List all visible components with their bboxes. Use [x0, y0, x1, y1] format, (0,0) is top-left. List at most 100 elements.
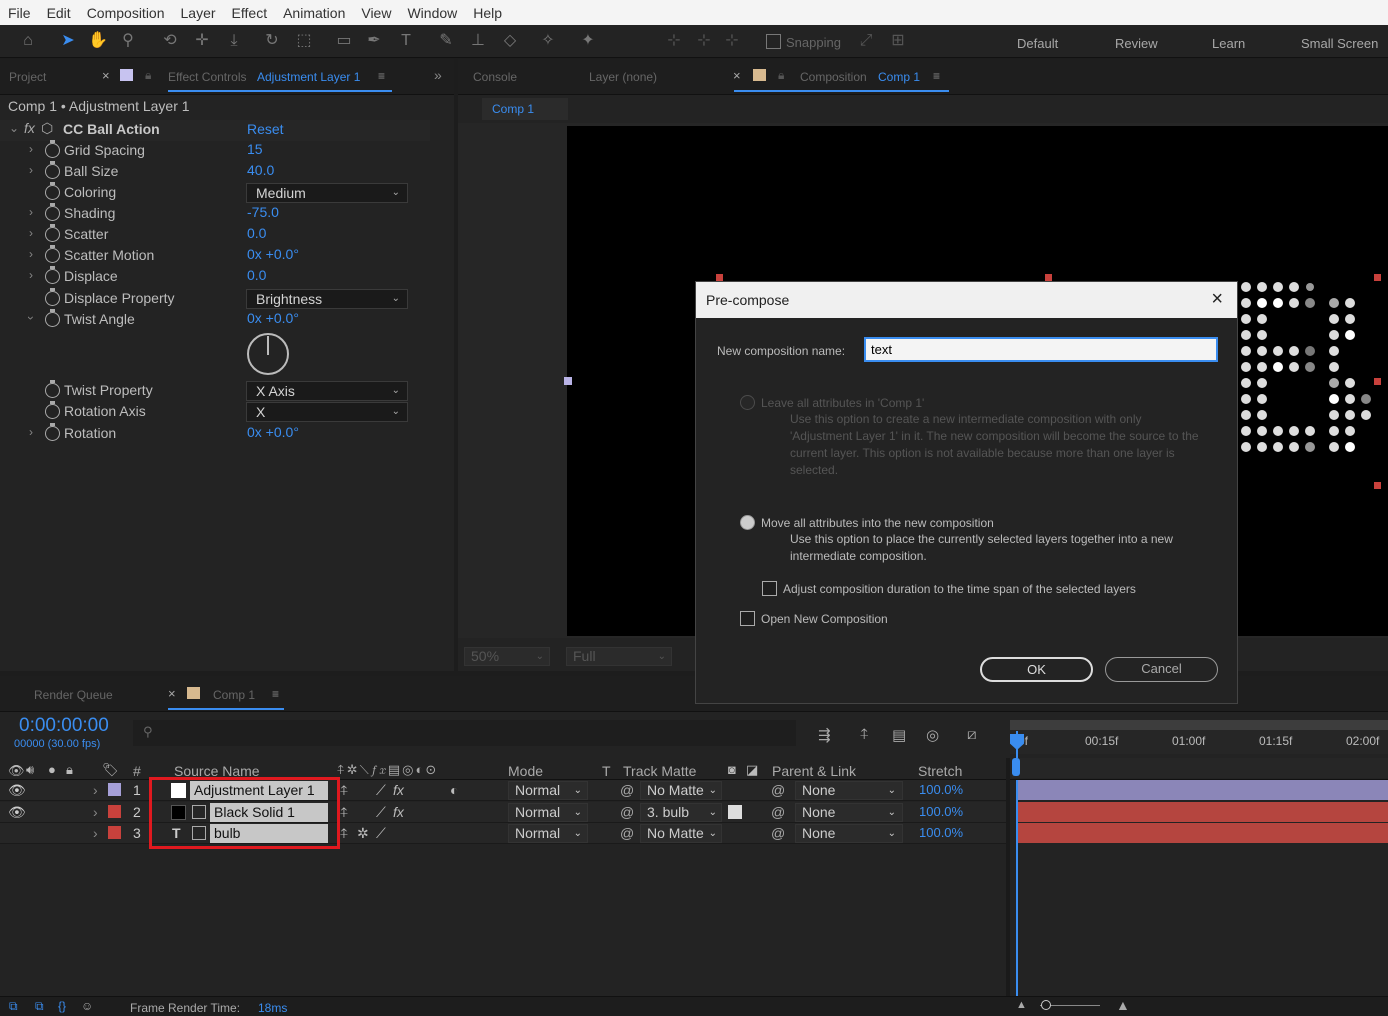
workspace-review[interactable]: Review	[1115, 36, 1158, 51]
layer-handle[interactable]	[1374, 274, 1381, 281]
stretch-value[interactable]: 100.0%	[919, 825, 963, 840]
eye-icon[interactable]: 👁︎	[8, 804, 26, 821]
layer-handle[interactable]	[1374, 482, 1381, 489]
adjustment-layer-icon[interactable]: ◐	[450, 782, 458, 798]
workspace-small-screen[interactable]: Small Screen	[1301, 36, 1378, 51]
stopwatch-icon[interactable]	[45, 380, 60, 398]
menu-layer[interactable]: Layer	[173, 5, 224, 21]
timecode[interactable]: 0:00:00:00	[19, 715, 109, 737]
close-icon[interactable]: ×	[1211, 288, 1223, 311]
dolly-camera-icon[interactable]: ⤓	[224, 31, 244, 51]
clone-stamp-icon[interactable]: ⊥	[468, 31, 488, 51]
stopwatch-icon[interactable]	[45, 203, 60, 221]
label-color[interactable]	[108, 805, 121, 818]
menu-file[interactable]: File	[0, 5, 39, 21]
comp-subtab[interactable]: Comp 1	[482, 98, 568, 120]
stopwatch-icon[interactable]	[45, 224, 60, 242]
menu-help[interactable]: Help	[465, 5, 510, 21]
cancel-button[interactable]: Cancel	[1105, 657, 1218, 682]
workspace-learn[interactable]: Learn	[1212, 36, 1245, 51]
fx-switch-icon[interactable]: fx	[393, 804, 404, 820]
prop-rotation[interactable]: › Rotation 0x +0.0°	[0, 423, 430, 445]
close-tab-icon[interactable]: ×	[733, 68, 741, 83]
graph-editor-icon[interactable]: ⧄	[967, 726, 977, 743]
rotation-tool-icon[interactable]: ↻	[262, 31, 282, 51]
stopwatch-icon[interactable]	[45, 401, 60, 419]
world-axis-icon[interactable]: ⊹	[694, 31, 714, 51]
menu-edit[interactable]: Edit	[39, 5, 79, 21]
prop-scatter-motion[interactable]: › Scatter Motion 0x +0.0°	[0, 245, 430, 267]
snap-edge-icon[interactable]: ⤢	[856, 31, 876, 51]
shy-switch-icon[interactable]: ⍏	[340, 782, 348, 799]
composition-mini-flowchart-icon[interactable]: ⇶	[818, 726, 831, 744]
panel-menu-icon[interactable]: ≡	[933, 69, 940, 83]
stopwatch-icon[interactable]	[45, 288, 60, 306]
stopwatch-icon[interactable]	[45, 245, 60, 263]
expand-arrow-icon[interactable]: ›	[29, 268, 33, 282]
lock-icon[interactable]: 🔒︎	[778, 68, 784, 83]
layer-duration-bar[interactable]	[1018, 823, 1388, 843]
adjust-duration-checkbox[interactable]	[762, 581, 777, 596]
expand-arrow-icon[interactable]: ›	[29, 226, 33, 240]
prop-twist-angle[interactable]: › Twist Angle 0x +0.0°	[0, 309, 430, 331]
home-icon[interactable]: ⌂	[18, 31, 38, 51]
parent-dropdown[interactable]: None ⌄	[795, 824, 903, 843]
expand-arrow-icon[interactable]: ›	[29, 205, 33, 219]
motion-blur-icon[interactable]: ◎	[926, 726, 939, 744]
ok-button[interactable]: OK	[980, 657, 1093, 682]
parent-pickwhip-icon[interactable]: @	[771, 782, 785, 798]
matte-toggle-icon[interactable]	[728, 805, 742, 819]
tab-project[interactable]: Project	[9, 70, 46, 84]
expand-arrow-icon[interactable]: ›	[24, 316, 38, 320]
layer-handle[interactable]	[1045, 274, 1052, 281]
stopwatch-icon[interactable]	[45, 309, 60, 327]
tab-render-queue[interactable]: Render Queue	[34, 688, 113, 702]
expand-arrow-icon[interactable]: ›	[29, 425, 33, 439]
parent-dropdown[interactable]: None ⌄	[795, 803, 903, 822]
prop-ball-size[interactable]: › Ball Size 40.0	[0, 161, 430, 183]
roto-brush-icon[interactable]: ✧	[538, 31, 558, 51]
stopwatch-icon[interactable]	[45, 161, 60, 179]
tab-effect-layer[interactable]: Adjustment Layer 1	[257, 70, 360, 84]
quality-switch-icon[interactable]: ⟋	[376, 782, 386, 799]
close-tab-icon[interactable]: ×	[168, 686, 176, 701]
audio-icon[interactable]: 🔊︎	[26, 762, 34, 778]
render-time-icon[interactable]: ☺︎	[81, 999, 93, 1013]
expand-arrow-icon[interactable]: ›	[93, 804, 98, 820]
workspace-default[interactable]: Default	[1017, 36, 1058, 51]
expand-arrow-icon[interactable]: ›	[93, 825, 98, 841]
resolution-dropdown[interactable]: Full ⌄	[566, 647, 672, 666]
displace-property-dropdown[interactable]: Brightness ⌄	[246, 289, 408, 309]
mode-dropdown[interactable]: Normal ⌄	[508, 781, 588, 800]
reset-link[interactable]: Reset	[247, 121, 284, 137]
leave-attributes-radio[interactable]	[740, 395, 755, 410]
menu-window[interactable]: Window	[399, 5, 465, 21]
zoom-tool-icon[interactable]: ⚲	[118, 31, 138, 51]
expand-arrow-icon[interactable]: ›	[93, 782, 98, 798]
move-attributes-radio[interactable]	[740, 515, 755, 530]
prop-displace[interactable]: › Displace 0.0	[0, 266, 430, 288]
menu-animation[interactable]: Animation	[275, 5, 353, 21]
selection-tool-icon[interactable]: ➤	[58, 31, 78, 51]
render-toggle-icon[interactable]: ⧉	[9, 999, 18, 1014]
tab-comp-name[interactable]: Comp 1	[878, 70, 920, 84]
layer-toggle-icon[interactable]: ⧉	[35, 999, 44, 1014]
local-axis-icon[interactable]: ⊹	[664, 31, 684, 51]
fx-icon[interactable]: fx	[24, 120, 35, 136]
lock-icon[interactable]: 🔒︎	[66, 762, 73, 778]
pickwhip-icon[interactable]: @	[620, 804, 634, 820]
eye-icon[interactable]: 👁︎	[8, 782, 26, 799]
frame-blending-icon[interactable]: ▤	[892, 726, 906, 744]
stretch-value[interactable]: 100.0%	[919, 804, 963, 819]
label-color[interactable]	[108, 783, 121, 796]
twist-property-dropdown[interactable]: X Axis ⌄	[246, 381, 408, 401]
zoom-out-icon[interactable]: ▲	[1016, 999, 1027, 1011]
menu-composition[interactable]: Composition	[79, 5, 173, 21]
composition-name-input[interactable]	[864, 337, 1218, 362]
expand-arrow-icon[interactable]: ›	[29, 142, 33, 156]
menu-effect[interactable]: Effect	[224, 5, 276, 21]
tab-composition[interactable]: Composition	[800, 70, 867, 84]
quality-switch-icon[interactable]: ⟋	[376, 825, 386, 842]
rotation-axis-dropdown[interactable]: X ⌄	[246, 402, 408, 422]
zoom-in-icon[interactable]: ▲	[1116, 997, 1130, 1013]
